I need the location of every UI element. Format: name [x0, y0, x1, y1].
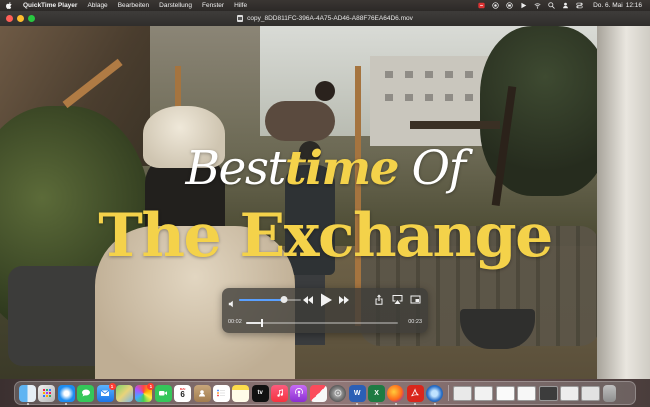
- menu-app-name[interactable]: QuickTime Player: [18, 0, 82, 11]
- zoom-button[interactable]: [28, 15, 35, 22]
- control-center-icon[interactable]: [572, 0, 586, 11]
- firefox-icon[interactable]: [387, 384, 405, 405]
- window-controls: [6, 15, 35, 22]
- remaining-time: 00:23: [408, 319, 422, 325]
- play-status-icon[interactable]: [516, 0, 530, 11]
- photos-badge: 1: [147, 382, 155, 390]
- recent-document-thumbnail[interactable]: [581, 385, 601, 401]
- desktop-wallpaper-strip: 1 1 MAI 6 tv W X: [0, 379, 650, 407]
- menu-ablage[interactable]: Ablage: [82, 0, 112, 11]
- video-pillar: [597, 26, 650, 379]
- podcasts-icon[interactable]: [290, 384, 308, 402]
- minimize-button[interactable]: [17, 15, 24, 22]
- maps-icon[interactable]: [115, 384, 133, 402]
- quicktime-window: copy_8DD811FC-396A-4A75-AD46-A88F76EA64D…: [0, 11, 650, 379]
- acrobat-icon[interactable]: [406, 384, 424, 405]
- dock: 1 1 MAI 6 tv W X: [14, 381, 636, 405]
- facetime-icon[interactable]: [154, 384, 172, 402]
- close-button[interactable]: [6, 15, 13, 22]
- menu-bar: QuickTime Player Ablage Bearbeiten Darst…: [0, 0, 650, 11]
- rewind-button[interactable]: [302, 295, 314, 305]
- quicktime-icon[interactable]: [426, 384, 444, 405]
- airplay-button[interactable]: [392, 294, 403, 305]
- video-post: [355, 66, 361, 326]
- recent-window-thumbnail[interactable]: [452, 385, 472, 401]
- calendar-day: 6: [180, 389, 185, 399]
- launchpad-icon[interactable]: [38, 384, 56, 402]
- excel-icon[interactable]: X: [368, 384, 386, 405]
- finder-icon[interactable]: [19, 384, 36, 405]
- contacts-icon[interactable]: [193, 384, 211, 402]
- playback-controls[interactable]: 00:02 00:23: [222, 288, 428, 333]
- menu-hilfe[interactable]: Hilfe: [229, 0, 252, 11]
- clock-time: 12:16: [625, 2, 642, 9]
- volume-icon[interactable]: [228, 295, 236, 308]
- video-picnic-table: [410, 121, 500, 129]
- dock-separator: [447, 385, 449, 401]
- video-person-front: [95, 106, 295, 379]
- share-button[interactable]: [374, 294, 384, 305]
- fast-forward-button[interactable]: [338, 295, 350, 305]
- word-icon[interactable]: W: [348, 384, 366, 405]
- apple-menu-icon[interactable]: [0, 2, 18, 9]
- recent-document-thumbnail[interactable]: [559, 385, 579, 401]
- volume-slider-knob[interactable]: [280, 296, 288, 303]
- wifi-icon[interactable]: [530, 0, 544, 11]
- music-icon[interactable]: [271, 384, 289, 402]
- recent-document-thumbnail[interactable]: [517, 385, 537, 401]
- safari-icon[interactable]: [57, 384, 75, 405]
- record-icon[interactable]: [488, 0, 502, 11]
- menu-fenster[interactable]: Fenster: [197, 0, 229, 11]
- recent-document-thumbnail[interactable]: [538, 385, 558, 401]
- window-title-text: copy_8DD811FC-396A-4A75-AD46-A88F76EA64D…: [247, 15, 413, 22]
- tv-icon[interactable]: tv: [251, 384, 269, 402]
- clock-date: Do. 6. Mai: [593, 2, 623, 9]
- window-titlebar[interactable]: copy_8DD811FC-396A-4A75-AD46-A88F76EA64D…: [0, 11, 650, 26]
- menu-darstellung[interactable]: Darstellung: [154, 0, 197, 11]
- news-icon[interactable]: [309, 384, 327, 402]
- search-icon[interactable]: [544, 0, 558, 11]
- menu-clock[interactable]: Do. 6. Mai 12:16: [586, 2, 642, 9]
- tv-label: tv: [257, 390, 263, 396]
- timeline-playhead[interactable]: [261, 319, 263, 327]
- messages-icon[interactable]: [77, 384, 95, 402]
- timeline-progress: [246, 322, 262, 324]
- menu-bearbeiten[interactable]: Bearbeiten: [113, 0, 154, 11]
- volume-slider-fill: [239, 299, 284, 301]
- trash-icon[interactable]: [602, 384, 616, 402]
- window-title: copy_8DD811FC-396A-4A75-AD46-A88F76EA64D…: [237, 15, 413, 22]
- calendar-icon[interactable]: MAI 6: [174, 384, 192, 402]
- timeline-scrubber[interactable]: [246, 319, 398, 327]
- current-time: 00:02: [228, 319, 242, 325]
- movie-file-icon: [237, 15, 244, 22]
- volume-slider[interactable]: [239, 296, 301, 303]
- recent-document-thumbnail[interactable]: [495, 385, 515, 401]
- picture-in-picture-button[interactable]: [410, 294, 421, 305]
- creative-cloud-icon[interactable]: [474, 0, 488, 11]
- notes-icon[interactable]: [232, 384, 250, 402]
- video-title-of: Of: [398, 141, 466, 196]
- recent-window-thumbnail[interactable]: [474, 385, 494, 401]
- mail-icon[interactable]: 1: [96, 382, 116, 402]
- user-icon[interactable]: [558, 0, 572, 11]
- screen-record-icon[interactable]: [502, 0, 516, 11]
- photos-icon[interactable]: 1: [135, 382, 155, 402]
- reminders-icon[interactable]: [212, 384, 230, 402]
- play-button[interactable]: [319, 292, 333, 308]
- mail-badge: 1: [108, 382, 116, 390]
- system-preferences-icon[interactable]: [329, 384, 347, 402]
